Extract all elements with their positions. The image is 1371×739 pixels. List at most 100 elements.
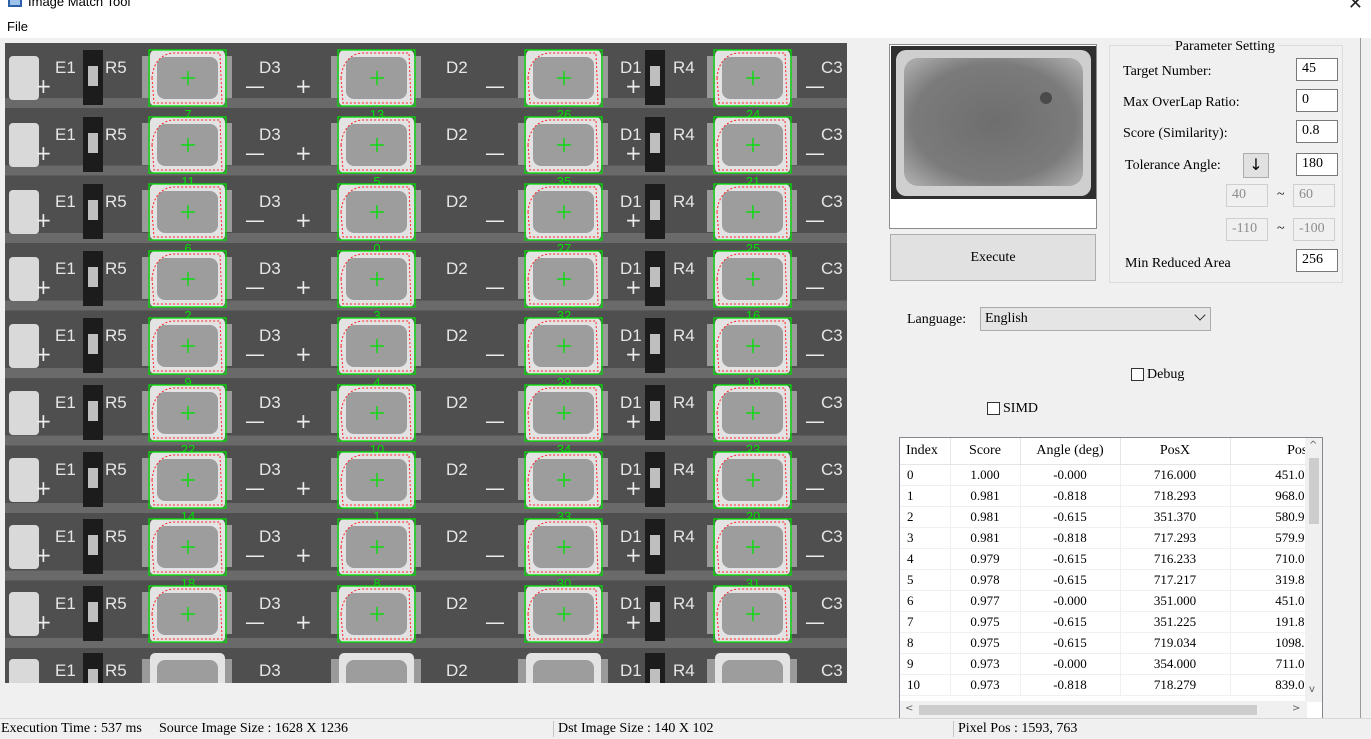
- vertical-scrollbar[interactable]: ^ v: [1305, 438, 1322, 702]
- cell-index: 5: [900, 569, 951, 591]
- tolerance-angle-input[interactable]: 180: [1296, 153, 1338, 176]
- table-row[interactable]: 1 0.981 -0.818 718.293 968.038: [900, 485, 1319, 507]
- scroll-up-icon[interactable]: ^: [1309, 440, 1317, 451]
- score-label: Score (Similarity):: [1123, 126, 1228, 141]
- range2-tilde: ~: [1277, 221, 1285, 236]
- cell-score: 0.981: [950, 527, 1021, 549]
- resistor-pad: [650, 66, 660, 86]
- polarity-mark: +: [35, 476, 52, 500]
- resistor-pad: [88, 334, 98, 354]
- resistor-pad: [650, 669, 660, 683]
- led-lens: [346, 660, 407, 683]
- pcb-label: E1: [55, 326, 76, 345]
- polarity-mark: —: [245, 409, 265, 433]
- polarity-mark: —: [485, 342, 505, 366]
- table-row[interactable]: 2 0.981 -0.615 351.370 580.987: [900, 506, 1319, 528]
- polarity-mark: —: [485, 74, 505, 98]
- horizontal-scrollbar[interactable]: < >: [900, 701, 1307, 718]
- cell-angle: -0.615: [1020, 632, 1121, 654]
- angle-range2-to-input[interactable]: -100: [1293, 218, 1335, 241]
- polarity-mark: +: [35, 141, 52, 165]
- execute-button[interactable]: Execute: [890, 234, 1096, 281]
- cell-angle: -0.615: [1020, 506, 1121, 528]
- table-row[interactable]: 6 0.977 -0.000 351.000 451.000: [900, 590, 1319, 612]
- language-select[interactable]: English: [980, 307, 1211, 331]
- angle-range1-from-input[interactable]: 40: [1226, 184, 1268, 207]
- polarity-mark: —: [245, 476, 265, 500]
- tolerance-angle-toggle-button[interactable]: ↓: [1243, 153, 1269, 178]
- app-icon: [8, 0, 22, 7]
- pcb-label: D2: [446, 527, 468, 546]
- cell-index: 3: [900, 527, 951, 549]
- cell-angle: -0.000: [1020, 653, 1121, 675]
- angle-range2-from-input[interactable]: -110: [1226, 218, 1268, 241]
- pcb-label: D2: [446, 460, 468, 479]
- cell-score: 0.981: [950, 485, 1021, 507]
- polarity-mark: —: [245, 141, 265, 165]
- resistor-pad: [88, 468, 98, 488]
- polarity-mark: —: [485, 610, 505, 634]
- table-row[interactable]: 7 0.975 -0.615 351.225 191.834: [900, 611, 1319, 633]
- table-row[interactable]: 5 0.978 -0.615 717.217 319.869: [900, 569, 1319, 591]
- cell-index: 0: [900, 464, 951, 486]
- table-row[interactable]: 0 1.000 -0.000 716.000 451.000: [900, 464, 1319, 486]
- column-header-index[interactable]: Index: [900, 438, 951, 465]
- cell-posx: 717.217: [1120, 569, 1231, 591]
- table-row[interactable]: 9 0.973 -0.000 354.000 711.000: [900, 653, 1319, 675]
- column-header-angle[interactable]: Angle (deg): [1020, 438, 1121, 465]
- simd-label: SIMD: [1003, 401, 1039, 416]
- scroll-left-icon[interactable]: <: [905, 703, 913, 714]
- angle-range1-to-input[interactable]: 60: [1293, 184, 1335, 207]
- led-lens: [533, 660, 594, 683]
- polarity-mark: —: [805, 342, 825, 366]
- simd-checkbox[interactable]: [987, 402, 1000, 415]
- table-row[interactable]: 8 0.975 -0.615 719.034 1098.84: [900, 632, 1319, 654]
- resistor-pad: [88, 66, 98, 86]
- table-row[interactable]: 3 0.981 -0.818 717.293 579.992: [900, 527, 1319, 549]
- polarity-mark: —: [485, 543, 505, 567]
- source-image-canvas: E1 R5 D3 D2 D1 R4 C3+ — + — + —7 13 26 24E1 R5 D3 D2 D1 R4 C…: [5, 43, 847, 683]
- min-reduced-area-input[interactable]: 256: [1296, 249, 1338, 272]
- pcb-label: E1: [55, 125, 76, 144]
- scroll-down-icon[interactable]: v: [1309, 684, 1315, 695]
- pcb-label: D2: [446, 58, 468, 77]
- polarity-mark: +: [295, 141, 312, 165]
- max-overlap-input[interactable]: 0: [1296, 89, 1338, 112]
- polarity-mark: +: [35, 677, 52, 683]
- horizontal-scroll-thumb[interactable]: [919, 705, 1257, 715]
- debug-label: Debug: [1147, 367, 1185, 382]
- pcb-label: E1: [55, 594, 76, 613]
- table-row[interactable]: 4 0.979 -0.615 716.233 710.097: [900, 548, 1319, 570]
- polarity-mark: +: [625, 476, 642, 500]
- target-number-input[interactable]: 45: [1296, 58, 1338, 81]
- debug-checkbox[interactable]: [1131, 368, 1144, 381]
- table-row[interactable]: 10 0.973 -0.818 718.279 839.009: [900, 674, 1319, 696]
- cell-posx: 717.293: [1120, 527, 1231, 549]
- resistor-pad: [88, 133, 98, 153]
- cell-angle: -0.615: [1020, 569, 1121, 591]
- polarity-mark: +: [35, 543, 52, 567]
- results-table[interactable]: Index Score Angle (deg) PosX PosY 0 1.000…: [899, 437, 1323, 719]
- menu-file[interactable]: File: [7, 19, 28, 34]
- column-header-score[interactable]: Score: [950, 438, 1021, 465]
- vertical-scroll-thumb[interactable]: [1309, 458, 1319, 524]
- polarity-mark: +: [625, 543, 642, 567]
- status-bar: Execution Time : 537 ms Source Image Siz…: [0, 718, 1371, 739]
- cell-angle: -0.615: [1020, 611, 1121, 633]
- polarity-mark: +: [295, 208, 312, 232]
- resistor-pad: [650, 535, 660, 555]
- cell-angle: -0.615: [1020, 548, 1121, 570]
- cell-angle: -0.000: [1020, 590, 1121, 612]
- close-button[interactable]: ✕: [1348, 0, 1363, 14]
- score-input[interactable]: 0.8: [1296, 120, 1338, 143]
- cell-angle: -0.818: [1020, 485, 1121, 507]
- pcb-label: D2: [446, 259, 468, 278]
- cell-score: 0.975: [950, 611, 1021, 633]
- scroll-right-icon[interactable]: >: [1292, 703, 1300, 714]
- polarity-mark: +: [295, 610, 312, 634]
- target-number-label: Target Number:: [1123, 64, 1212, 79]
- source-image-viewer[interactable]: E1 R5 D3 D2 D1 R4 C3 + — + — + —7 13 26 24 E1 R5 D3 D2 D1 R4 C…: [5, 43, 847, 683]
- resistor-pad: [650, 200, 660, 220]
- pcb-label: E1: [55, 460, 76, 479]
- column-header-posx[interactable]: PosX: [1120, 438, 1231, 465]
